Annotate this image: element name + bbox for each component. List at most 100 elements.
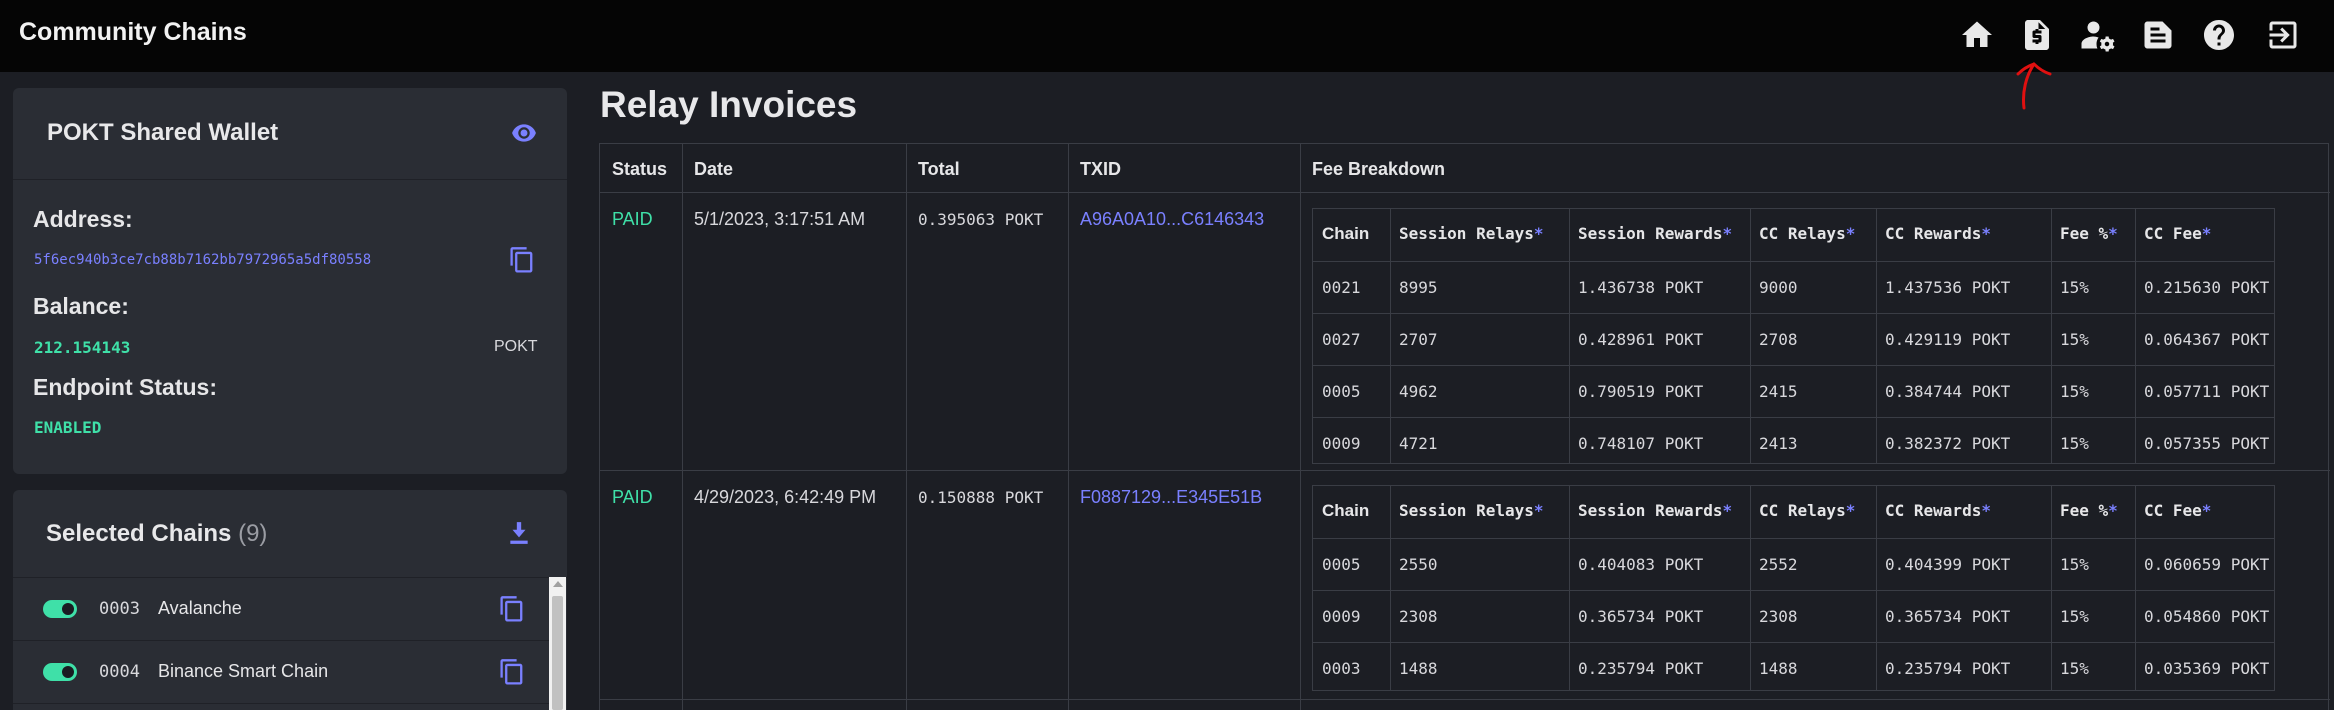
- fee-header-cc-relays[interactable]: CC Relays*: [1759, 501, 1855, 520]
- invoice-txid-link[interactable]: A96A0A10...C6146343: [1080, 209, 1264, 230]
- header-fee-breakdown: Fee Breakdown: [1312, 159, 1446, 179]
- user-settings-icon[interactable]: [2077, 14, 2119, 56]
- fee-cell: 0.382372 POKT: [1885, 434, 2011, 453]
- fee-cell: 15%: [2060, 382, 2089, 401]
- info-star-icon: *: [1845, 224, 1856, 243]
- download-icon[interactable]: [508, 520, 530, 546]
- invoice-icon[interactable]: [2016, 14, 2058, 56]
- info-star-icon: *: [1981, 501, 1991, 520]
- invoice-txid-link[interactable]: F0887129...E345E51B: [1080, 487, 1262, 508]
- invoice-total: 0.150888 POKT: [918, 488, 1044, 507]
- chain-id: 0004: [99, 662, 140, 682]
- eye-icon[interactable]: [511, 122, 537, 144]
- app-title: Community Chains: [19, 18, 247, 46]
- fee-breakdown-table: Chain Session Relays* Session Rewards* CC R…: [1312, 208, 2275, 464]
- copy-chain-icon[interactable]: [498, 595, 526, 625]
- fee-cell: 0.064367 POKT: [2144, 330, 2270, 349]
- wallet-title: POKT Shared Wallet: [47, 119, 279, 146]
- document-icon[interactable]: [2137, 14, 2179, 56]
- fee-cell: 2707: [1399, 330, 1438, 349]
- fee-header-cc-relays[interactable]: CC Relays*: [1759, 224, 1855, 243]
- fee-cell: 9000: [1759, 278, 1798, 297]
- fee-header-session-rewards[interactable]: Session Rewards*: [1578, 501, 1732, 520]
- chains-title-label: Selected Chains: [46, 520, 232, 547]
- fee-cell: 0.054860 POKT: [2144, 607, 2270, 626]
- top-bar: Community Chains: [0, 0, 2334, 72]
- header-status: Status: [612, 159, 668, 179]
- logout-icon[interactable]: [2262, 14, 2304, 56]
- help-icon[interactable]: [2198, 14, 2240, 56]
- invoice-total: 0.395063 POKT: [918, 210, 1044, 229]
- info-star-icon: *: [1722, 224, 1733, 243]
- chain-toggle[interactable]: [43, 663, 77, 681]
- fee-cell: 1.436738 POKT: [1578, 278, 1704, 297]
- selected-chains-panel: Selected Chains (9) 0003 Avalanche 0004 …: [13, 490, 567, 710]
- fee-cell: 2308: [1399, 607, 1438, 626]
- invoice-date: 5/1/2023, 3:17:51 AM: [694, 209, 866, 229]
- info-star-icon: *: [2201, 501, 2212, 520]
- fee-cell: 0009: [1322, 434, 1361, 453]
- fee-header-fee-percent[interactable]: Fee %*: [2060, 501, 2118, 520]
- fee-cell: 0005: [1322, 382, 1361, 401]
- fee-cell: 0.235794 POKT: [1578, 659, 1704, 678]
- info-star-icon: *: [2108, 501, 2118, 520]
- fee-header-cc-rewards[interactable]: CC Rewards*: [1885, 501, 1991, 520]
- invoices-table: Status Date Total TXID Fee Breakdown PAI…: [599, 143, 2330, 710]
- fee-cell: 2550: [1399, 555, 1438, 574]
- chains-header: Selected Chains (9): [13, 490, 567, 578]
- scrollbar-thumb[interactable]: [552, 596, 563, 710]
- fee-breakdown-table: Chain Session Relays* Session Rewards* CC R…: [1312, 485, 2275, 691]
- fee-cell: 2415: [1759, 382, 1798, 401]
- fee-cell: 15%: [2060, 607, 2089, 626]
- fee-cell: 15%: [2060, 330, 2089, 349]
- info-star-icon: *: [2201, 224, 2212, 243]
- fee-cell: 15%: [2060, 434, 2089, 453]
- fee-cell: 8995: [1399, 278, 1438, 297]
- info-star-icon: *: [1722, 501, 1733, 520]
- fee-cell: 0027: [1322, 330, 1361, 349]
- header-txid: TXID: [1080, 159, 1122, 179]
- fee-cell: 0.404399 POKT: [1885, 555, 2011, 574]
- info-star-icon: *: [1533, 501, 1544, 520]
- chain-toggle[interactable]: [43, 600, 77, 618]
- fee-cell: 2552: [1759, 555, 1798, 574]
- chain-row: 0003 Avalanche: [13, 579, 549, 641]
- balance-label: Balance:: [33, 293, 129, 319]
- fee-cell: 15%: [2060, 278, 2089, 297]
- header-total: Total: [918, 159, 960, 179]
- wallet-header: POKT Shared Wallet: [13, 88, 567, 180]
- fee-cell: 1488: [1399, 659, 1438, 678]
- status-badge: PAID: [612, 209, 653, 229]
- fee-cell: 0005: [1322, 555, 1361, 574]
- copy-chain-icon[interactable]: [498, 658, 526, 688]
- chain-name: Avalanche: [158, 598, 242, 618]
- wallet-panel: POKT Shared Wallet: [13, 88, 567, 474]
- wallet-address: 5f6ec940b3ce7cb88b7162bb7972965a5df80558: [34, 252, 372, 268]
- fee-cell: 0.428961 POKT: [1578, 330, 1704, 349]
- copy-address-icon[interactable]: [508, 246, 536, 276]
- chain-id: 0003: [99, 599, 140, 619]
- fee-cell: 0.365734 POKT: [1578, 607, 1704, 626]
- fee-cell: 0003: [1322, 659, 1361, 678]
- fee-header-cc-fee[interactable]: CC Fee*: [2144, 224, 2211, 243]
- fee-header-cc-rewards[interactable]: CC Rewards*: [1885, 224, 1991, 243]
- fee-header-cc-fee[interactable]: CC Fee*: [2144, 501, 2211, 520]
- chain-row: 0004 Binance Smart Chain: [13, 642, 549, 704]
- fee-cell: 0.035369 POKT: [2144, 659, 2270, 678]
- home-icon[interactable]: [1956, 14, 1998, 56]
- fee-header-session-rewards[interactable]: Session Rewards*: [1578, 224, 1732, 243]
- endpoint-status-label: Endpoint Status:: [33, 374, 217, 400]
- fee-header-session-relays[interactable]: Session Relays*: [1399, 224, 1544, 243]
- fee-cell: 2308: [1759, 607, 1798, 626]
- scroll-up-icon[interactable]: [553, 581, 563, 587]
- fee-header-session-relays[interactable]: Session Relays*: [1399, 501, 1544, 520]
- fee-cell: 0.748107 POKT: [1578, 434, 1704, 453]
- fee-cell: 15%: [2060, 555, 2089, 574]
- fee-header-fee-percent[interactable]: Fee %*: [2060, 224, 2118, 243]
- fee-cell: 1.437536 POKT: [1885, 278, 2011, 297]
- annotation-arrow-icon: [2016, 62, 2052, 110]
- info-star-icon: *: [1845, 501, 1856, 520]
- fee-cell: 0.790519 POKT: [1578, 382, 1704, 401]
- fee-cell: 0009: [1322, 607, 1361, 626]
- fee-cell: 0.404083 POKT: [1578, 555, 1704, 574]
